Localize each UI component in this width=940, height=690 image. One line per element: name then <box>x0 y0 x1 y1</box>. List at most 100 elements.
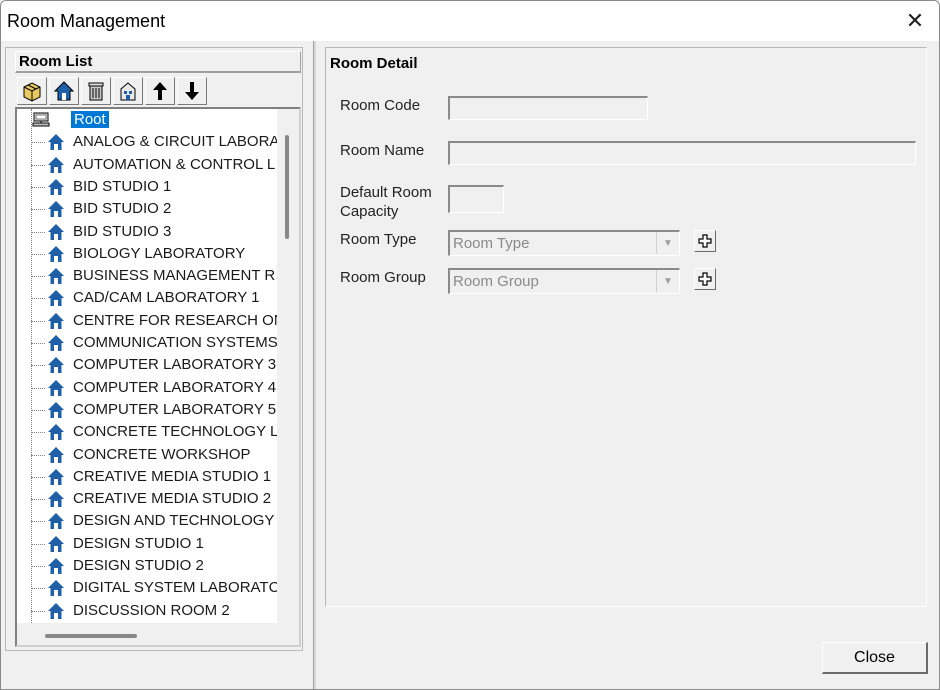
tree-room-item[interactable]: CREATIVE MEDIA STUDIO 2 <box>17 488 277 510</box>
tree-connector <box>31 499 45 500</box>
tree-room-item[interactable]: DESIGN STUDIO 2 <box>17 555 277 577</box>
house-icon <box>48 447 64 463</box>
tree-connector <box>31 298 45 299</box>
add-room-type-button[interactable] <box>694 230 716 252</box>
horizontal-scroll-thumb[interactable] <box>45 634 137 638</box>
tree-connector <box>31 343 45 344</box>
move-down-button[interactable] <box>177 77 207 105</box>
tree-connector <box>31 187 45 188</box>
tree-room-item[interactable]: CONCRETE TECHNOLOGY L <box>17 421 277 443</box>
close-icon[interactable]: ✕ <box>899 5 931 37</box>
tree-room-item[interactable]: BUSINESS MANAGEMENT R <box>17 265 277 287</box>
tree-room-label: BID STUDIO 2 <box>73 200 172 217</box>
trash-icon <box>88 82 104 101</box>
tree-room-item[interactable]: DESIGN AND TECHNOLOGY <box>17 510 277 532</box>
room-group-select[interactable]: Room Group ▼ <box>448 268 680 294</box>
vertical-scroll-thumb[interactable] <box>285 135 289 239</box>
tree-room-label: ANALOG & CIRCUIT LABORA <box>73 133 277 150</box>
arrow-up-icon <box>153 82 167 100</box>
house-icon <box>48 603 64 619</box>
tree-connector <box>31 410 45 411</box>
add-room-group-button[interactable] <box>694 268 716 290</box>
house-icon <box>48 491 64 507</box>
house-icon <box>48 201 64 217</box>
tree-room-item[interactable]: BID STUDIO 2 <box>17 198 277 220</box>
tree-room-item[interactable]: DIGITAL SYSTEM LABORATC <box>17 577 277 599</box>
tree-room-item[interactable]: CONCRETE WORKSHOP <box>17 444 277 466</box>
tree-connector <box>31 611 45 612</box>
tree-root-item[interactable]: Root <box>17 109 277 131</box>
tree-room-item[interactable]: BID STUDIO 1 <box>17 176 277 198</box>
tree-connector <box>31 477 45 478</box>
capacity-label-line1: Default Room <box>340 184 432 201</box>
room-tree-list[interactable]: Root ANALOG & CIRCUIT LABORA AUTOMATION &… <box>17 109 277 623</box>
tree-room-item[interactable]: BIOLOGY LABORATORY <box>17 243 277 265</box>
tree-room-item[interactable]: DESIGN STUDIO 1 <box>17 533 277 555</box>
tree-room-label: COMPUTER LABORATORY 3 <box>73 356 277 373</box>
capacity-label-line2: Capacity <box>340 203 399 220</box>
tree-room-label: BUSINESS MANAGEMENT R <box>73 267 276 284</box>
tree-room-label: CONCRETE TECHNOLOGY L <box>73 423 277 440</box>
find-room-button[interactable] <box>113 77 143 105</box>
tree-connector <box>31 432 45 433</box>
room-type-select[interactable]: Room Type ▼ <box>448 230 680 256</box>
chevron-down-icon[interactable]: ▼ <box>656 270 679 292</box>
tree-connector <box>31 254 45 255</box>
computer-icon <box>32 112 50 127</box>
room-code-label: Room Code <box>340 97 421 114</box>
tree-connector <box>31 142 45 143</box>
room-detail-title: Room Detail <box>330 55 418 72</box>
room-list-title: Room List <box>19 53 93 70</box>
tree-connector <box>31 321 45 322</box>
chevron-down-icon[interactable]: ▼ <box>656 232 679 254</box>
delete-room-button[interactable] <box>81 77 111 105</box>
room-code-field[interactable] <box>448 96 648 120</box>
tree-room-label: CONCRETE WORKSHOP <box>73 446 251 463</box>
room-type-value: Room Type <box>453 235 530 252</box>
tree-room-item[interactable]: AUTOMATION & CONTROL L <box>17 154 277 176</box>
vertical-scrollbar[interactable] <box>277 109 295 623</box>
tree-room-item[interactable]: BID STUDIO 3 <box>17 221 277 243</box>
capacity-field[interactable] <box>448 185 504 213</box>
tree-room-label: COMPUTER LABORATORY 4 <box>73 379 277 396</box>
house-icon <box>48 380 64 396</box>
add-room-button[interactable] <box>17 77 47 105</box>
tree-connector <box>31 209 45 210</box>
tree-room-label: DESIGN STUDIO 2 <box>73 557 204 574</box>
tree-connector <box>31 165 45 166</box>
tree-room-item[interactable]: COMPUTER LABORATORY 4 <box>17 377 277 399</box>
tree-room-label: CAD/CAM LABORATORY 1 <box>73 289 260 306</box>
tree-room-label: DESIGN STUDIO 1 <box>73 535 204 552</box>
room-list-header: Room List <box>15 51 301 73</box>
room-group-value: Room Group <box>453 273 539 290</box>
house-icon <box>48 357 64 373</box>
edit-room-button[interactable] <box>49 77 79 105</box>
horizontal-scrollbar[interactable] <box>17 623 299 645</box>
tree-room-item[interactable]: ANALOG & CIRCUIT LABORA <box>17 131 277 153</box>
tree-room-item[interactable]: COMPUTER LABORATORY 5 <box>17 399 277 421</box>
tree-connector <box>31 232 45 233</box>
room-tree[interactable]: Root ANALOG & CIRCUIT LABORA AUTOMATION &… <box>15 107 301 647</box>
tree-room-item[interactable]: CENTRE FOR RESEARCH ON <box>17 310 277 332</box>
tree-room-item[interactable]: CAD/CAM LABORATORY 1 <box>17 287 277 309</box>
house-icon <box>48 268 64 284</box>
tree-room-item[interactable]: CREATIVE MEDIA STUDIO 1 <box>17 466 277 488</box>
title-bar: Room Management ✕ <box>1 1 939 41</box>
move-up-button[interactable] <box>145 77 175 105</box>
house-icon <box>48 246 64 262</box>
tree-room-item[interactable]: DISCUSSION ROOM 2 <box>17 600 277 622</box>
tree-room-item[interactable]: COMPUTER LABORATORY 3 <box>17 354 277 376</box>
window-title: Room Management <box>7 11 166 31</box>
tree-room-item[interactable]: COMMUNICATION SYSTEMS <box>17 332 277 354</box>
house-icon <box>48 536 64 552</box>
close-button[interactable]: Close <box>822 642 928 674</box>
house-icon <box>48 313 64 329</box>
tree-room-label: BIOLOGY LABORATORY <box>73 245 246 262</box>
room-name-label: Room Name <box>340 142 425 159</box>
tree-room-label: COMPUTER LABORATORY 5 <box>73 401 277 418</box>
house-icon <box>48 469 64 485</box>
tree-connector <box>31 276 45 277</box>
tree-connector <box>31 388 45 389</box>
room-name-field[interactable] <box>448 141 916 165</box>
tree-connector <box>31 455 45 456</box>
